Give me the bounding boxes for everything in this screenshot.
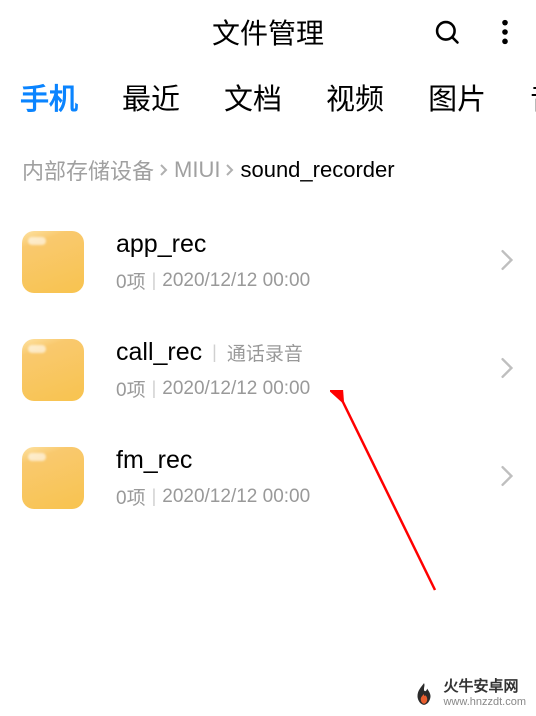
item-meta: 0项 | 2020/12/12 00:00 [116,267,468,294]
divider: | [212,342,217,363]
item-date: 2020/12/12 00:00 [162,378,310,400]
folder-name: fm_rec [116,446,192,475]
chevron-right-icon [224,159,236,182]
folder-name: app_rec [116,230,206,259]
item-title-row: call_rec | 通话录音 [116,338,468,367]
folder-icon [22,447,84,509]
tab-docs[interactable]: 文档 [224,76,282,118]
item-count: 0项 [116,483,146,510]
flame-icon [411,681,437,707]
folder-icon [22,339,84,401]
list-item[interactable]: call_rec | 通话录音 0项 | 2020/12/12 00:00 [0,316,536,424]
item-body: call_rec | 通话录音 0项 | 2020/12/12 00:00 [116,338,468,402]
item-title-row: fm_rec [116,446,468,475]
crumb-root[interactable]: 内部存储设备 [22,154,154,186]
tab-recent[interactable]: 最近 [122,76,180,118]
search-icon[interactable] [432,17,462,47]
tab-image[interactable]: 图片 [428,76,486,118]
watermark-title: 火牛安卓网 [443,679,526,696]
tab-phone[interactable]: 手机 [20,76,78,118]
crumb-current: sound_recorder [240,157,394,183]
item-body: fm_rec 0项 | 2020/12/12 00:00 [116,446,468,510]
watermark: 火牛安卓网 www.hnzzdt.com [411,679,526,708]
watermark-url: www.hnzzdt.com [443,696,526,708]
page-title: 文件管理 [212,12,324,52]
chevron-right-icon [500,249,514,276]
category-tabs: 手机 最近 文档 视频 图片 音 [0,64,536,126]
item-count: 0项 [116,267,146,294]
divider: | [152,486,157,507]
chevron-right-icon [158,159,170,182]
tab-video[interactable]: 视频 [326,76,384,118]
chevron-right-icon [500,465,514,492]
item-count: 0项 [116,375,146,402]
more-icon[interactable] [490,17,520,47]
app-header: 文件管理 [0,0,536,64]
file-list: app_rec 0项 | 2020/12/12 00:00 call_rec |… [0,198,536,542]
list-item[interactable]: fm_rec 0项 | 2020/12/12 00:00 [0,424,536,532]
list-item[interactable]: app_rec 0项 | 2020/12/12 00:00 [0,208,536,316]
crumb-miui[interactable]: MIUI [174,157,220,183]
item-body: app_rec 0项 | 2020/12/12 00:00 [116,230,468,294]
item-meta: 0项 | 2020/12/12 00:00 [116,375,468,402]
breadcrumb: 内部存储设备 MIUI sound_recorder [0,126,536,198]
header-actions [432,17,520,47]
divider: | [152,270,157,291]
item-date: 2020/12/12 00:00 [162,486,310,508]
chevron-right-icon [500,357,514,384]
item-title-row: app_rec [116,230,468,259]
folder-tag: 通话录音 [227,339,303,366]
folder-icon [22,231,84,293]
tab-audio[interactable]: 音 [530,76,536,118]
item-meta: 0项 | 2020/12/12 00:00 [116,483,468,510]
watermark-text: 火牛安卓网 www.hnzzdt.com [443,679,526,708]
item-date: 2020/12/12 00:00 [162,270,310,292]
folder-name: call_rec [116,338,202,367]
divider: | [152,378,157,399]
